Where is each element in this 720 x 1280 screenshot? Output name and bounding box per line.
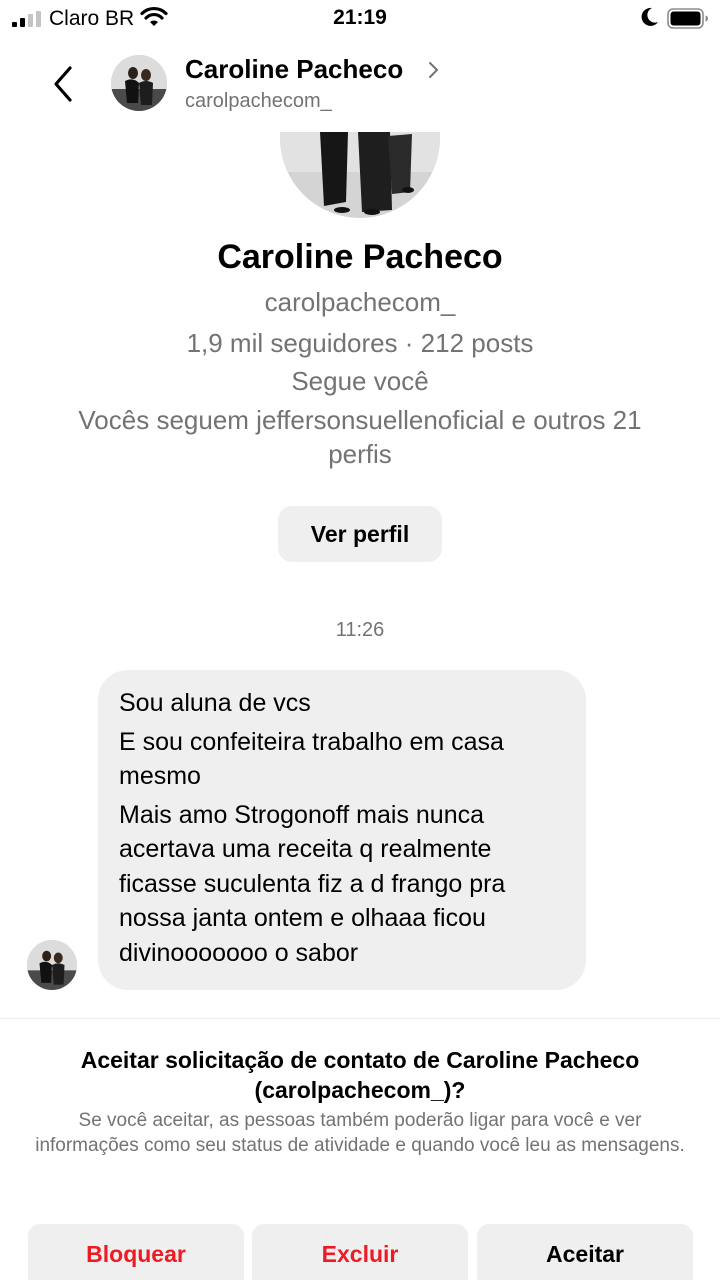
battery-icon	[667, 8, 708, 29]
profile-name: Caroline Pacheco	[217, 238, 503, 276]
back-arrow-icon[interactable]	[44, 60, 84, 108]
profile-username: carolpachecom_	[264, 287, 456, 317]
mutual-follows-text: Vocês seguem jeffersonsuellenoficial e o…	[78, 405, 642, 469]
message-line: Sou aluna de vcs	[119, 689, 311, 717]
sender-avatar[interactable]	[27, 940, 77, 990]
do-not-disturb-moon-icon	[641, 7, 658, 26]
request-title: Aceitar solicitação de contato de Caroli…	[80, 1047, 640, 1103]
message-line: E sou confeiteira trabalho em casa mesmo	[119, 727, 504, 791]
profile-photo[interactable]	[280, 132, 440, 218]
message-line: Mais amo Strogonoff mais nunca acertava …	[119, 800, 506, 967]
follows-you-label: Segue você	[291, 366, 429, 396]
block-button[interactable]: Bloquear	[28, 1224, 244, 1280]
request-actions: Bloquear Excluir Aceitar	[0, 1224, 720, 1280]
delete-button[interactable]: Excluir	[252, 1224, 468, 1280]
divider	[0, 1018, 720, 1019]
header-contact-name[interactable]: Caroline Pacheco	[185, 54, 403, 85]
message-timestamp: 11:26	[335, 619, 385, 641]
chat-header: Caroline Pacheco carolpachecom_	[0, 40, 720, 130]
profile-stats: 1,9 mil seguidores · 212 posts	[186, 328, 534, 358]
message-bubble[interactable]: Sou aluna de vcs E sou confeiteira traba…	[98, 670, 586, 990]
status-bar: Claro BR 21:19	[0, 0, 720, 40]
request-description: Se você aceitar, as pessoas também poder…	[35, 1110, 685, 1156]
view-profile-button[interactable]: Ver perfil	[278, 506, 442, 562]
header-avatar[interactable]	[111, 55, 167, 111]
header-username: carolpachecom_	[185, 90, 332, 112]
status-time: 21:19	[333, 6, 387, 29]
chevron-right-icon[interactable]	[427, 60, 441, 80]
accept-button[interactable]: Aceitar	[477, 1224, 693, 1280]
